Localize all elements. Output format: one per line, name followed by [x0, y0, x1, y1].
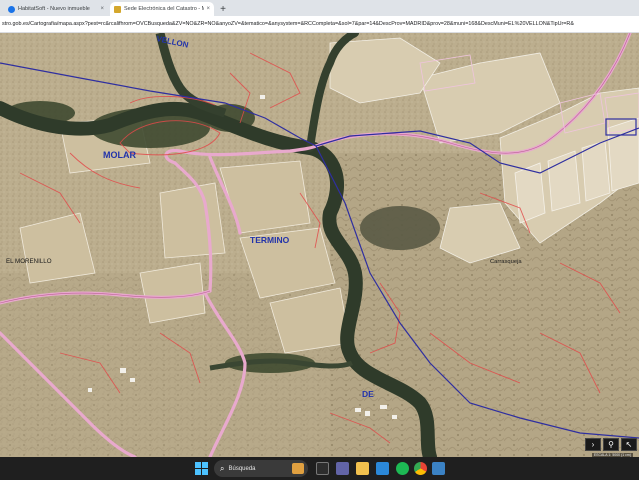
label-carrasqueja: Carrasqueja — [490, 259, 522, 265]
windows-start-icon[interactable] — [195, 462, 208, 475]
tab-label: Sede Electrónica del Catastro - M — [124, 6, 205, 12]
label-el-morenillo: EL MORENILLO — [6, 258, 52, 265]
catastro-favicon — [114, 5, 121, 13]
new-tab-button[interactable]: + — [216, 2, 230, 16]
url-text[interactable]: stro.gob.es/Cartografia/mapa.aspx?pest=r… — [2, 21, 639, 27]
search-icon: ⌕ — [220, 463, 225, 473]
close-icon[interactable]: × — [206, 6, 210, 12]
chrome-icon[interactable] — [414, 462, 427, 475]
label-molar: MOLAR — [103, 150, 136, 160]
tab-catastro[interactable]: Sede Electrónica del Catastro - M × — [110, 2, 214, 16]
teams-icon[interactable] — [336, 462, 349, 475]
cursor-icon[interactable]: ↖ — [621, 438, 637, 451]
search-placeholder: Búsqueda — [228, 465, 256, 472]
search-highlight-icon — [292, 463, 304, 474]
task-view-icon[interactable] — [316, 462, 329, 475]
file-explorer-icon[interactable] — [356, 462, 369, 475]
browser-tab-strip: HabitatSoft - Nuevo inmueble × Sede Elec… — [0, 0, 639, 16]
cadastral-map[interactable]: MOLAR TERMINO DE VELLON EL MORENILLO Car… — [0, 33, 639, 457]
search-icon[interactable]: ⚲ — [603, 438, 619, 451]
photos-icon[interactable] — [432, 462, 445, 475]
map-toolbar: › ⚲ ↖ — [585, 438, 637, 451]
habitatsoft-favicon — [8, 5, 15, 13]
close-icon[interactable]: × — [100, 6, 104, 12]
windows-taskbar: ⌕ Búsqueda — [0, 457, 639, 480]
address-bar[interactable]: stro.gob.es/Cartografia/mapa.aspx?pest=r… — [0, 16, 639, 33]
label-de: DE — [362, 389, 374, 399]
next-arrow-button[interactable]: › — [585, 438, 601, 451]
tab-label: HabitatSoft - Nuevo inmueble — [18, 6, 90, 12]
store-icon[interactable] — [376, 462, 389, 475]
tab-habitatsoft[interactable]: HabitatSoft - Nuevo inmueble × — [4, 2, 108, 16]
taskbar-search[interactable]: ⌕ Búsqueda — [214, 460, 308, 477]
spotify-icon[interactable] — [396, 462, 409, 475]
map-canvas[interactable]: MOLAR TERMINO DE VELLON EL MORENILLO Car… — [0, 33, 639, 457]
label-termino: TERMINO — [250, 235, 290, 245]
